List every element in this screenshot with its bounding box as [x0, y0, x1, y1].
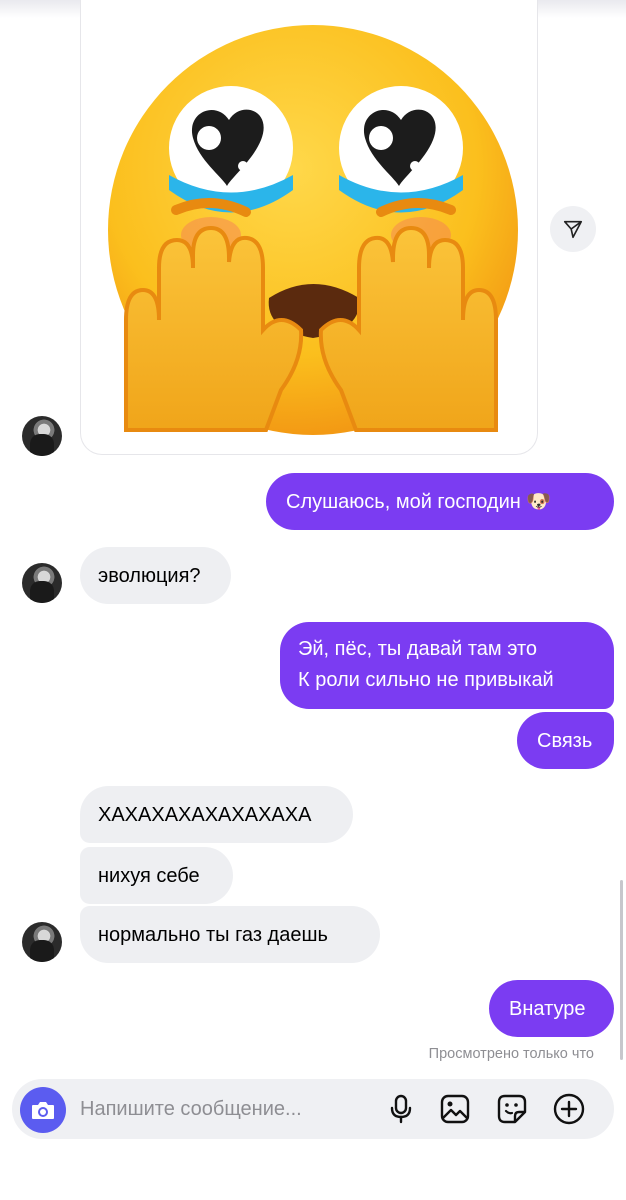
contact-avatar[interactable] — [22, 416, 62, 456]
share-button[interactable] — [550, 206, 596, 252]
incoming-message[interactable]: нормально ты газ даешь — [80, 906, 380, 963]
gallery-icon — [440, 1094, 470, 1124]
outgoing-message[interactable]: Связь — [517, 712, 614, 769]
add-attachment-button[interactable] — [552, 1092, 586, 1126]
message-input[interactable]: Напишите сообщение... — [80, 1079, 302, 1139]
plus-icon — [553, 1093, 585, 1125]
message-line: К роли сильно не привыкай — [298, 669, 554, 691]
microphone-icon — [390, 1094, 412, 1124]
message-text: эволюция? — [98, 564, 201, 587]
camera-icon — [32, 1102, 54, 1119]
incoming-message[interactable]: нихуя себе — [80, 847, 233, 904]
seen-status: Просмотрено только что — [428, 1046, 594, 1062]
incoming-message[interactable]: ХАХАХАХАХАХАХАХА — [80, 786, 353, 843]
sticker-button[interactable] — [495, 1092, 529, 1126]
contact-avatar[interactable] — [22, 563, 62, 603]
message-composer: Напишите сообщение... — [12, 1079, 614, 1139]
incoming-message[interactable]: эволюция? — [80, 547, 231, 604]
share-icon — [563, 220, 583, 239]
camera-button[interactable] — [20, 1087, 66, 1133]
microphone-button[interactable] — [384, 1092, 418, 1126]
message-text: Слушаюсь, мой господин 🐶 — [286, 490, 552, 513]
sticker-icon — [497, 1094, 527, 1124]
message-line: Эй, пёс, ты давай там это — [298, 638, 538, 660]
pleading-face-sticker — [108, 25, 518, 435]
gallery-button[interactable] — [438, 1092, 472, 1126]
message-text: Внатуре — [509, 997, 586, 1020]
contact-avatar[interactable] — [22, 922, 62, 962]
outgoing-message[interactable]: Слушаюсь, мой господин 🐶 — [266, 473, 614, 530]
message-text: нормально ты газ даешь — [98, 923, 328, 946]
scrollbar[interactable] — [620, 880, 623, 1060]
message-text: ХАХАХАХАХАХАХАХА — [98, 803, 312, 826]
message-text: нихуя себе — [98, 864, 200, 887]
sticker-message[interactable] — [80, 0, 538, 455]
outgoing-message[interactable]: Эй, пёс, ты давай там это К роли сильно … — [280, 622, 614, 709]
message-text: Связь — [537, 729, 593, 752]
outgoing-message[interactable]: Внатуре — [489, 980, 614, 1037]
